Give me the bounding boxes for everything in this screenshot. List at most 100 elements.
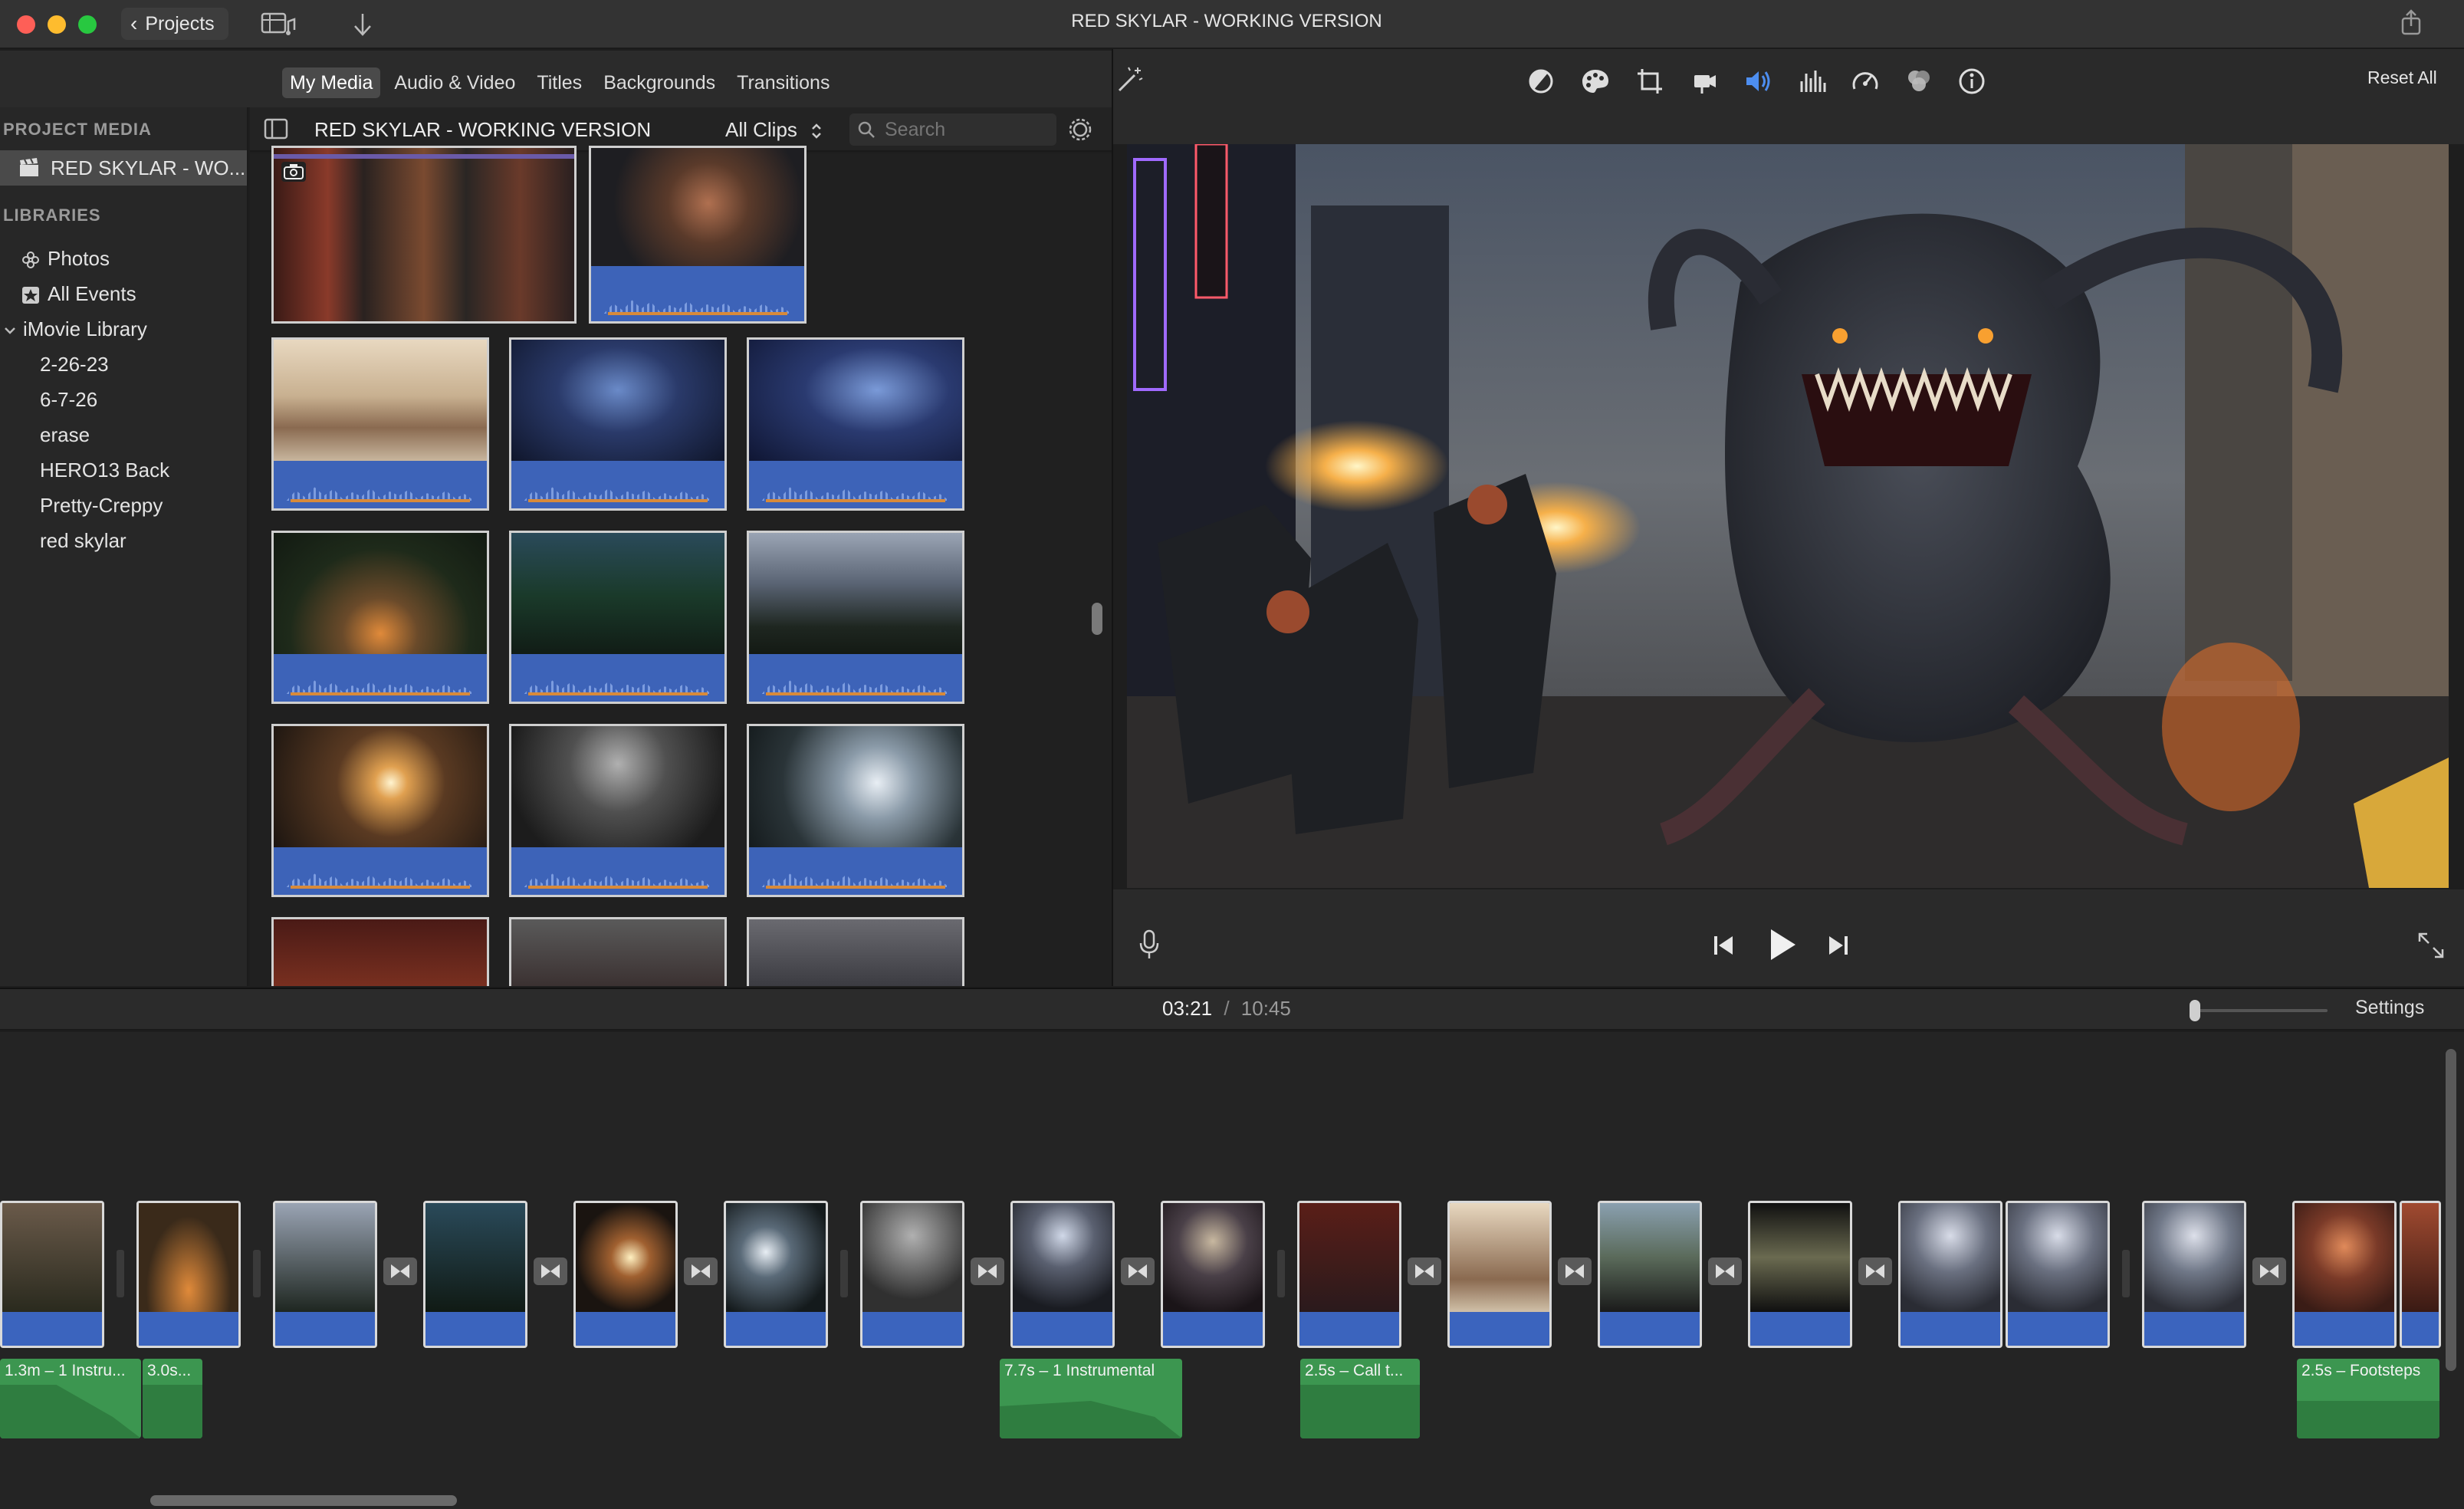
transition-marker[interactable] xyxy=(383,1258,417,1285)
media-clip[interactable] xyxy=(271,146,577,324)
timeline-clip[interactable] xyxy=(273,1201,377,1348)
info-icon[interactable] xyxy=(1958,67,1986,95)
media-clip[interactable] xyxy=(509,337,727,511)
share-icon[interactable] xyxy=(2400,9,2423,37)
speed-gauge-icon[interactable] xyxy=(1851,67,1880,95)
timeline-clip[interactable] xyxy=(2142,1201,2246,1348)
total-time: 10:45 xyxy=(1240,997,1291,1020)
transition-marker[interactable] xyxy=(1558,1258,1592,1285)
magic-wand-icon[interactable] xyxy=(1115,64,1145,95)
equalizer-icon[interactable] xyxy=(1799,67,1826,95)
sidebar-toggle-icon[interactable] xyxy=(264,118,288,140)
skip-forward-icon[interactable] xyxy=(1826,934,1851,957)
timeline-clip[interactable] xyxy=(423,1201,527,1348)
timeline-clip[interactable] xyxy=(860,1201,964,1348)
media-clip[interactable] xyxy=(509,917,727,986)
window-title: RED SKYLAR - WORKING VERSION xyxy=(1071,11,1382,31)
play-icon[interactable] xyxy=(1766,928,1797,962)
sidebar-event-item[interactable]: 2-26-23 xyxy=(40,347,109,382)
close-window-button[interactable] xyxy=(17,15,35,34)
gear-icon[interactable] xyxy=(1067,117,1093,143)
pane-divider[interactable] xyxy=(1112,49,1113,986)
media-clip[interactable] xyxy=(747,337,964,511)
search-input[interactable] xyxy=(883,117,1044,143)
tab-transitions[interactable]: Transitions xyxy=(729,67,837,98)
audio-clip[interactable]: 1.3m – 1 Instru... xyxy=(0,1359,141,1438)
sidebar-item-project[interactable]: RED SKYLAR - WO... xyxy=(0,150,247,186)
crop-icon[interactable] xyxy=(1636,67,1664,95)
tab-my-media[interactable]: My Media xyxy=(282,67,381,98)
timeline-clip[interactable] xyxy=(0,1201,104,1348)
maximize-window-button[interactable] xyxy=(78,15,97,34)
browser-scrollbar[interactable] xyxy=(1092,603,1102,635)
media-clip[interactable] xyxy=(589,146,807,324)
transition-marker[interactable] xyxy=(1408,1258,1441,1285)
stabilization-camera-icon[interactable] xyxy=(1690,67,1719,95)
sidebar-item-photos[interactable]: Photos xyxy=(21,241,244,276)
media-clip[interactable] xyxy=(509,724,727,897)
media-view-toggle-icon[interactable] xyxy=(261,11,297,38)
media-clip[interactable] xyxy=(747,917,964,986)
transition-marker[interactable] xyxy=(1708,1258,1742,1285)
reset-all-button[interactable]: Reset All xyxy=(2367,67,2437,88)
timeline-clip[interactable] xyxy=(1010,1201,1115,1348)
timeline-horizontal-scrollbar[interactable] xyxy=(150,1495,457,1506)
projects-back-button[interactable]: ‹ Projects xyxy=(121,8,228,40)
sidebar-event-item[interactable]: erase xyxy=(40,417,90,452)
timeline-clip[interactable] xyxy=(1598,1201,1702,1348)
color-balance-icon[interactable] xyxy=(1527,67,1555,95)
timeline-clip[interactable] xyxy=(1161,1201,1265,1348)
sidebar-event-item[interactable]: red skylar xyxy=(40,523,126,558)
sidebar-event-item[interactable]: HERO13 Back xyxy=(40,452,169,488)
timeline-vertical-scrollbar[interactable] xyxy=(2446,1049,2456,1371)
fullscreen-icon[interactable] xyxy=(2416,931,2446,960)
minimize-window-button[interactable] xyxy=(48,15,66,34)
sidebar-item-imovie-library[interactable]: iMovie Library xyxy=(3,311,241,347)
microphone-icon[interactable] xyxy=(1138,929,1161,960)
media-clip[interactable] xyxy=(271,917,489,986)
timeline-clip[interactable] xyxy=(573,1201,678,1348)
transition-marker[interactable] xyxy=(1121,1258,1155,1285)
media-clip[interactable] xyxy=(271,724,489,897)
tab-titles[interactable]: Titles xyxy=(529,67,590,98)
media-clip[interactable] xyxy=(747,531,964,704)
timeline-clip[interactable] xyxy=(2292,1201,2397,1348)
media-clip[interactable] xyxy=(271,337,489,511)
timeline-clip[interactable] xyxy=(2006,1201,2110,1348)
transition-marker[interactable] xyxy=(684,1258,718,1285)
zoom-slider-handle[interactable] xyxy=(2190,1000,2200,1021)
search-field[interactable] xyxy=(849,113,1056,146)
timeline-clip[interactable] xyxy=(724,1201,828,1348)
import-arrow-icon[interactable] xyxy=(351,11,374,38)
tab-backgrounds[interactable]: Backgrounds xyxy=(596,67,723,98)
transition-marker[interactable] xyxy=(2252,1258,2286,1285)
media-clip[interactable] xyxy=(747,724,964,897)
sidebar-event-item[interactable]: Pretty-Creppy xyxy=(40,488,163,523)
audio-clip[interactable]: 7.7s – 1 Instrumental xyxy=(1000,1359,1182,1438)
timeline-clip[interactable] xyxy=(1297,1201,1401,1348)
media-clip[interactable] xyxy=(509,531,727,704)
timeline-clip[interactable] xyxy=(2400,1201,2441,1348)
timeline-settings-button[interactable]: Settings xyxy=(2355,997,2424,1019)
sidebar-event-item[interactable]: 6-7-26 xyxy=(40,382,97,417)
star-box-icon xyxy=(21,286,40,304)
transition-marker[interactable] xyxy=(534,1258,567,1285)
timeline-clip[interactable] xyxy=(1748,1201,1852,1348)
clip-filter-icon[interactable] xyxy=(1904,67,1933,95)
audio-clip[interactable]: 2.5s – Footsteps xyxy=(2297,1359,2439,1438)
volume-icon[interactable] xyxy=(1743,67,1774,95)
timeline-clip[interactable] xyxy=(1447,1201,1552,1348)
media-clip[interactable] xyxy=(271,531,489,704)
transition-marker[interactable] xyxy=(971,1258,1004,1285)
audio-clip[interactable]: 2.5s – Call t... xyxy=(1300,1359,1420,1438)
audio-clip[interactable]: 3.0s... xyxy=(143,1359,202,1438)
viewer-frame[interactable] xyxy=(1127,144,2449,888)
transition-marker[interactable] xyxy=(1858,1258,1892,1285)
skip-back-icon[interactable] xyxy=(1711,934,1736,957)
timeline-clip[interactable] xyxy=(1898,1201,2002,1348)
color-palette-icon[interactable] xyxy=(1581,67,1610,95)
zoom-slider[interactable] xyxy=(2190,1000,2328,1021)
tab-audio-video[interactable]: Audio & Video xyxy=(386,67,523,98)
timeline-clip[interactable] xyxy=(136,1201,241,1348)
sidebar-item-all-events[interactable]: All Events xyxy=(21,276,244,311)
